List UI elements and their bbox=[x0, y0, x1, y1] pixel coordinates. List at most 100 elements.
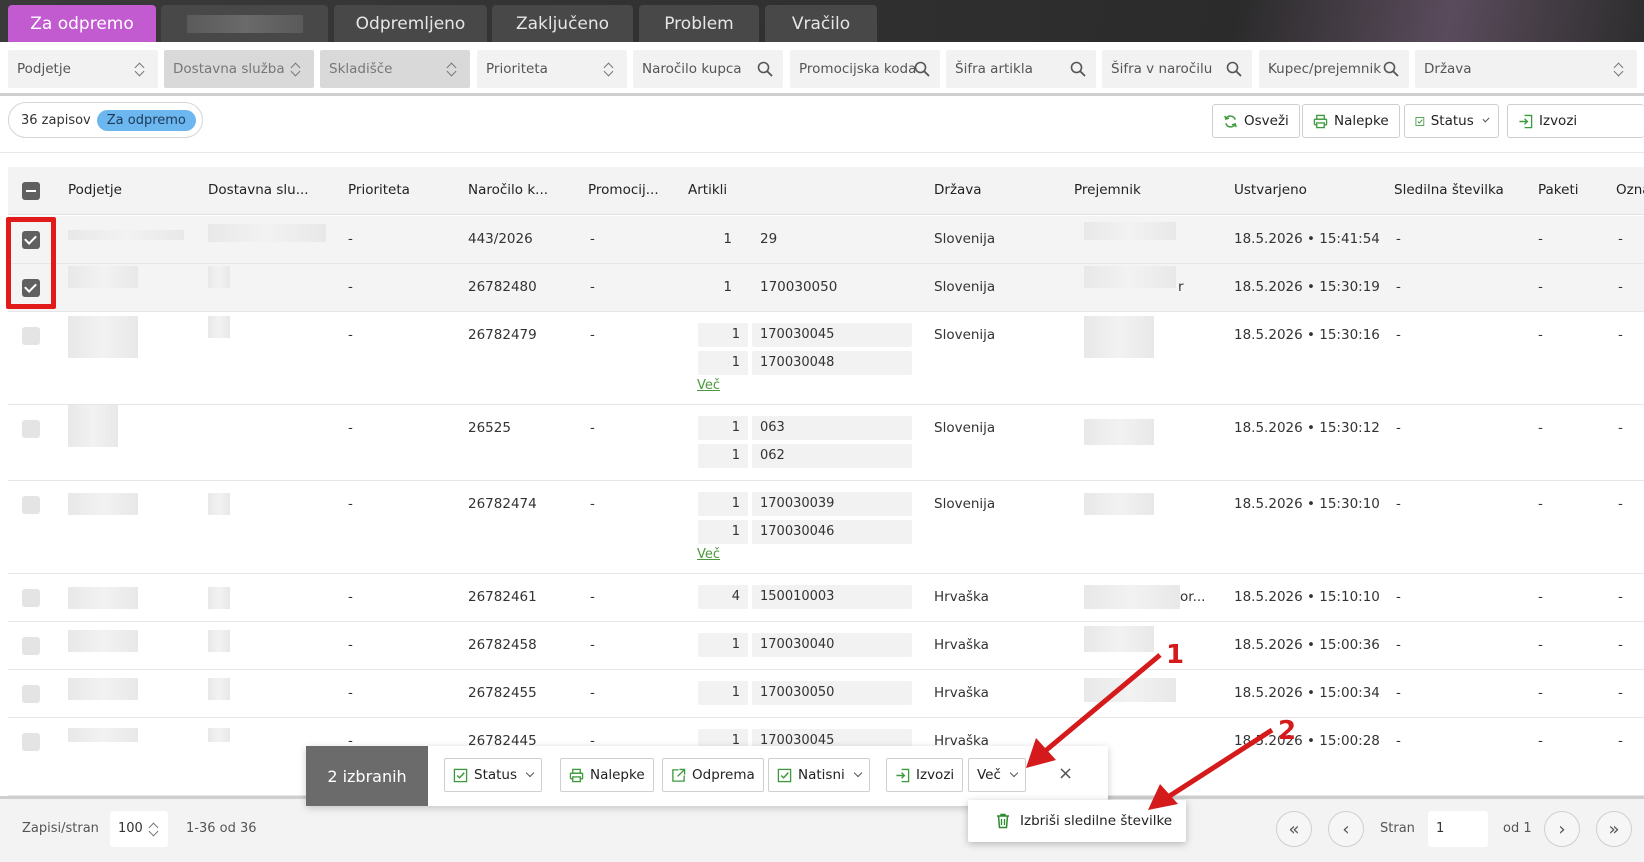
bulk-labels-button[interactable]: Nalepke bbox=[560, 758, 654, 792]
promo-cell: - bbox=[590, 637, 595, 653]
sort-updown-icon bbox=[1611, 61, 1627, 77]
priority-cell: - bbox=[348, 420, 353, 436]
packages-cell: - bbox=[1538, 589, 1543, 605]
row-checkbox[interactable] bbox=[22, 496, 40, 514]
filter-prioriteta[interactable]: Prioriteta bbox=[477, 50, 627, 88]
column-header-prioriteta[interactable]: Prioriteta bbox=[348, 182, 410, 198]
search-icon bbox=[757, 61, 773, 77]
table-row[interactable]: - 26782455 - 1 170030050 Hrvaška 18.5.20… bbox=[8, 670, 1644, 718]
table-row[interactable]: - 26782480 - 1 170030050 Slovenija r 18.… bbox=[8, 264, 1644, 312]
column-header-oznaka[interactable]: Ozna bbox=[1616, 182, 1644, 198]
labels-button[interactable]: Nalepke bbox=[1302, 104, 1400, 138]
table-row[interactable]: - 26782479 - 1 170030045 1 170030048 Več… bbox=[8, 312, 1644, 405]
column-header-prejemnik[interactable]: Prejemnik bbox=[1074, 182, 1141, 198]
column-header-ustvarjeno[interactable]: Ustvarjeno bbox=[1234, 182, 1307, 198]
more-actions-button[interactable]: Več bbox=[968, 758, 1026, 792]
per-page-value: 100 bbox=[118, 821, 143, 836]
sort-updown-icon bbox=[288, 61, 304, 77]
row-checkbox[interactable] bbox=[22, 420, 40, 438]
tab-zakljuceno[interactable]: Zaključeno bbox=[492, 5, 633, 42]
tracking-cell: - bbox=[1396, 231, 1401, 247]
row-checkbox[interactable] bbox=[22, 733, 40, 751]
filter-narocilo-kupca[interactable]: Naročilo kupca bbox=[633, 50, 783, 88]
tab-problem[interactable]: Problem bbox=[639, 5, 759, 42]
per-page-label: Zapisi/stran bbox=[22, 821, 99, 836]
next-page-button[interactable]: › bbox=[1544, 811, 1580, 847]
tab-blurred[interactable] bbox=[161, 5, 328, 42]
status-pill[interactable]: Za odpremo bbox=[96, 109, 196, 131]
mark-cell: - bbox=[1618, 279, 1623, 295]
trash-icon bbox=[997, 813, 1009, 829]
filter-podjetje[interactable]: Podjetje bbox=[8, 50, 158, 88]
column-header-drzava[interactable]: Država bbox=[934, 182, 982, 198]
table-row[interactable]: - 26782474 - 1 170030039 1 170030046 Več… bbox=[8, 481, 1644, 574]
tab-vracilo[interactable]: Vračilo bbox=[765, 5, 877, 42]
column-header-paketi[interactable]: Paketi bbox=[1538, 182, 1579, 198]
column-header-narocilo[interactable]: Naročilo k... bbox=[468, 182, 548, 198]
row-checkbox[interactable] bbox=[22, 589, 40, 607]
table-row[interactable]: - 26782458 - 1 170030040 Hrvaška 18.5.20… bbox=[8, 622, 1644, 670]
bulk-export-button[interactable]: Izvozi bbox=[886, 758, 964, 792]
tab-za-odpremo[interactable]: Za odpremo bbox=[8, 5, 156, 42]
filter-sifra-artikla[interactable]: Šifra artikla bbox=[946, 50, 1096, 88]
table-row[interactable]: - 443/2026 - 1 29 Slovenija 18.5.2026 • … bbox=[8, 216, 1644, 264]
last-page-button[interactable]: » bbox=[1596, 811, 1632, 847]
created-cell: 18.5.2026 • 15:41:54 bbox=[1234, 231, 1380, 247]
blurred-recipient bbox=[1084, 316, 1154, 358]
mark-cell: - bbox=[1618, 420, 1623, 436]
packages-cell: - bbox=[1538, 637, 1543, 653]
filter-kupec-prejemnik[interactable]: Kupec/prejemnik bbox=[1259, 50, 1409, 88]
bulk-labels-label: Nalepke bbox=[590, 767, 645, 783]
filter-sifra-v-narocilu[interactable]: Šifra v naročilu bbox=[1102, 50, 1252, 88]
row-checkbox[interactable] bbox=[22, 637, 40, 655]
filter-promocijska-koda[interactable]: Promocijska koda bbox=[790, 50, 940, 88]
tab-odpremljeno[interactable]: Odpremljeno bbox=[334, 5, 487, 42]
column-header-sledilna[interactable]: Sledilna številka bbox=[1394, 182, 1504, 198]
created-cell: 18.5.2026 • 15:00:34 bbox=[1234, 685, 1380, 701]
table-row[interactable]: - 26525 - 1 063 1 062 Slovenija 18.5.202… bbox=[8, 405, 1644, 481]
page-input[interactable]: 1 bbox=[1428, 811, 1488, 847]
close-icon[interactable]: × bbox=[1058, 763, 1073, 784]
filter-label: Skladišče bbox=[329, 61, 393, 77]
row-checkbox[interactable] bbox=[22, 327, 40, 345]
row-checkbox[interactable] bbox=[22, 685, 40, 703]
filter-drzava[interactable]: Država bbox=[1415, 50, 1637, 88]
mark-cell: - bbox=[1618, 231, 1623, 247]
prev-page-button[interactable]: ‹ bbox=[1328, 811, 1364, 847]
tracking-cell: - bbox=[1396, 733, 1401, 749]
range-label: 1-36 od 36 bbox=[186, 821, 257, 836]
more-actions-label: Več bbox=[977, 767, 1001, 783]
status-button[interactable]: Status bbox=[1404, 104, 1499, 138]
column-header-promocij[interactable]: Promocij... bbox=[588, 182, 659, 198]
item-quantity: 1 bbox=[698, 520, 748, 544]
export-label: Izvozi bbox=[1539, 113, 1578, 129]
bulk-status-button[interactable]: Status bbox=[444, 758, 543, 792]
page-label: Stran bbox=[1380, 821, 1415, 836]
packages-cell: - bbox=[1538, 733, 1543, 749]
select-all-checkbox[interactable] bbox=[22, 182, 40, 200]
more-actions-dropdown: Izbriši sledilne številke bbox=[968, 800, 1186, 842]
export-button[interactable]: Izvozi bbox=[1507, 104, 1644, 138]
blurred-company bbox=[68, 266, 138, 288]
column-header-podjetje[interactable]: Podjetje bbox=[68, 182, 122, 198]
more-items-link[interactable]: Več bbox=[697, 547, 720, 562]
more-items-link[interactable]: Več bbox=[697, 378, 720, 393]
per-page-input[interactable]: 100 bbox=[110, 811, 168, 847]
table-row[interactable]: - 26782461 - 4 150010003 Hrvaška or... 1… bbox=[8, 574, 1644, 622]
item-quantity: 1 bbox=[698, 416, 748, 440]
delete-tracking-numbers-item[interactable]: Izbriši sledilne številke bbox=[1020, 813, 1172, 829]
item-quantity: 1 bbox=[698, 492, 748, 516]
bulk-print-button[interactable]: Natisni bbox=[768, 758, 870, 792]
first-page-button[interactable]: « bbox=[1276, 811, 1312, 847]
refresh-button[interactable]: Osveži bbox=[1212, 104, 1300, 138]
blurred-company bbox=[68, 316, 138, 358]
filter-skladisce[interactable]: Skladišče bbox=[320, 50, 470, 88]
column-header-dostavna[interactable]: Dostavna slu... bbox=[208, 182, 309, 198]
filter-dostavna-sluzba[interactable]: Dostavna služba bbox=[164, 50, 314, 88]
column-header-artikli[interactable]: Artikli bbox=[688, 182, 727, 198]
item-quantity: 1 bbox=[698, 444, 748, 468]
checkbox-status-icon bbox=[1415, 116, 1425, 126]
bulk-dispatch-button[interactable]: Odprema bbox=[662, 758, 764, 792]
selected-count: 2 izbranih bbox=[306, 746, 428, 806]
filter-label: Podjetje bbox=[17, 61, 71, 77]
